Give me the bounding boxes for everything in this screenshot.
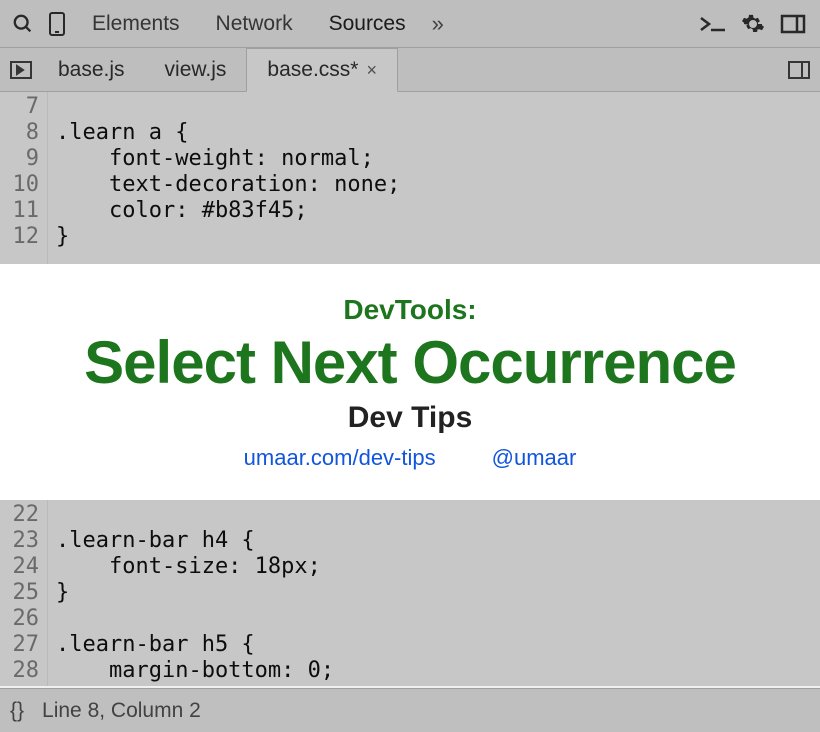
file-tab-label: base.css* [267,58,358,82]
more-tabs-icon[interactable]: » [424,11,452,37]
navigator-toggle-icon[interactable] [4,61,38,79]
code-editor-top[interactable]: 789101112 .learn a { font-weight: normal… [0,92,820,264]
tab-sources[interactable]: Sources [311,2,424,46]
tab-elements[interactable]: Elements [74,2,198,46]
file-tab-base-js[interactable]: base.js [38,49,145,91]
code-line[interactable]: color: #b83f45; [56,198,820,224]
code-line[interactable]: font-weight: normal; [56,146,820,172]
tab-network[interactable]: Network [198,2,311,46]
code-line[interactable] [56,94,820,120]
code-line[interactable]: } [56,224,820,250]
code-editor-bottom[interactable]: 22232425262728 .learn-bar h4 { font-size… [0,500,820,686]
file-tab-view-js[interactable]: view.js [145,49,247,91]
overlay-title: Select Next Occurrence [84,328,736,397]
line-gutter: 22232425262728 [0,500,48,686]
panel-tabs: Elements Network Sources » [74,2,696,46]
line-number: 24 [0,554,39,580]
code-line[interactable]: .learn-bar h5 { [56,632,820,658]
close-icon[interactable]: × [366,60,377,81]
line-number: 9 [0,146,39,172]
code-line[interactable]: .learn a { [56,120,820,146]
devtools-toolbar: Elements Network Sources » [0,0,820,48]
line-number: 10 [0,172,39,198]
format-braces-icon[interactable]: {} [10,699,24,723]
line-number: 11 [0,198,39,224]
overlay-label: DevTools: [343,294,476,326]
line-number: 28 [0,658,39,684]
file-tab-bar: base.js view.js base.css* × [0,48,820,92]
device-icon[interactable] [40,7,74,41]
code-content[interactable]: .learn-bar h4 { font-size: 18px;} .learn-… [48,500,820,686]
code-line[interactable] [56,606,820,632]
file-tab-label: view.js [165,58,227,82]
search-icon[interactable] [6,7,40,41]
code-line[interactable]: text-decoration: none; [56,172,820,198]
line-gutter: 789101112 [0,92,48,264]
settings-icon[interactable] [736,7,770,41]
line-number: 25 [0,580,39,606]
code-content[interactable]: .learn a { font-weight: normal; text-dec… [48,92,820,264]
line-number: 12 [0,224,39,250]
sidebar-toggle-icon[interactable] [782,61,816,79]
overlay-link-site[interactable]: umaar.com/dev-tips [244,445,436,471]
console-icon[interactable] [696,7,730,41]
cursor-position: Line 8, Column 2 [42,699,201,723]
line-number: 7 [0,94,39,120]
code-line[interactable]: .learn-bar h4 { [56,528,820,554]
code-line[interactable]: font-size: 18px; [56,554,820,580]
code-line[interactable]: } [56,580,820,606]
line-number: 27 [0,632,39,658]
status-bar: {} Line 8, Column 2 [0,688,820,732]
overlay-subtitle: Dev Tips [348,401,473,435]
line-number: 23 [0,528,39,554]
code-line[interactable]: margin-bottom: 0; [56,658,820,684]
file-tab-label: base.js [58,58,125,82]
line-number: 26 [0,606,39,632]
line-number: 8 [0,120,39,146]
code-line[interactable] [56,502,820,528]
overlay-links: umaar.com/dev-tips @umaar [244,445,577,471]
title-overlay: DevTools: Select Next Occurrence Dev Tip… [0,264,820,500]
line-number: 22 [0,502,39,528]
dock-icon[interactable] [776,7,810,41]
overlay-link-handle[interactable]: @umaar [492,445,577,471]
file-tab-base-css[interactable]: base.css* × [246,48,398,92]
